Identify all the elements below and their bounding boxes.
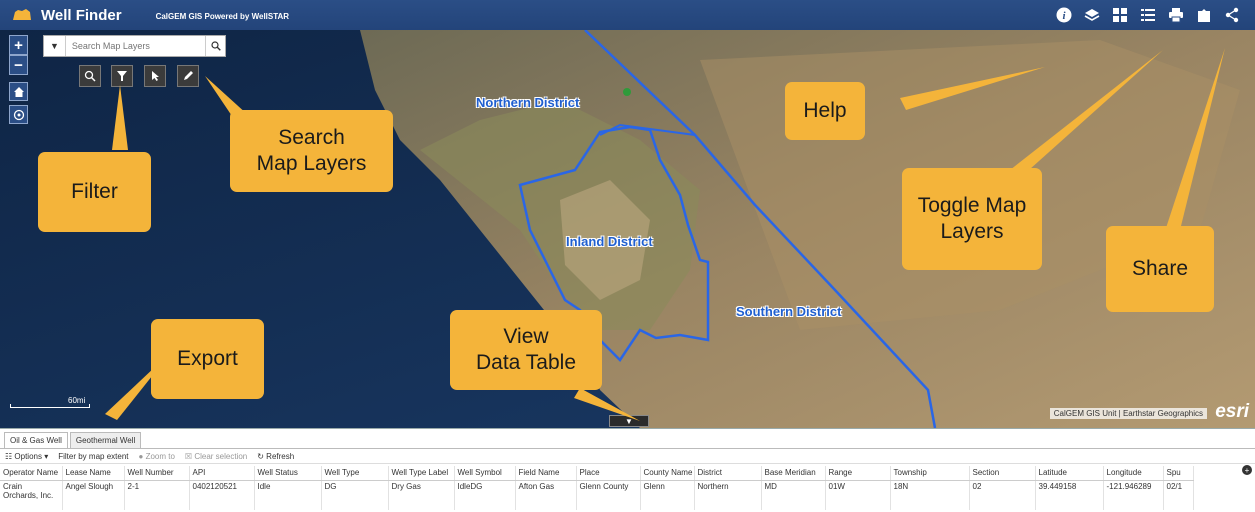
column-header[interactable]: District: [694, 466, 762, 481]
callout-view-data-table: View Data Table: [450, 310, 602, 390]
table-cell: Crain Orchards, Inc.: [0, 480, 63, 510]
bear-logo-icon: [13, 9, 31, 20]
column-header[interactable]: Well Symbol: [454, 466, 516, 481]
table-cell: Glenn: [640, 480, 695, 510]
table-cell: 39.449158: [1035, 480, 1104, 510]
map-attribution: CalGEM GIS Unit | Earthstar Geographics: [1049, 408, 1207, 419]
table-cell: 18N: [890, 480, 970, 510]
table-cell: 2-1: [124, 480, 190, 510]
list-icon[interactable]: [1139, 6, 1157, 24]
column-header[interactable]: Longitude: [1103, 466, 1164, 481]
callout-help: Help: [785, 82, 865, 140]
table-cell: Angel Slough: [62, 480, 125, 510]
table-cell: 0402120521: [189, 480, 255, 510]
refresh-button[interactable]: ↻ Refresh: [257, 452, 294, 461]
options-menu[interactable]: ☷ Options ▾: [5, 452, 48, 461]
column-header[interactable]: Operator Name: [0, 466, 63, 481]
zoom-to-button[interactable]: ● Zoom to: [138, 452, 174, 461]
column-header[interactable]: Well Number: [124, 466, 190, 481]
tab-oil-gas-well[interactable]: Oil & Gas Well: [4, 432, 68, 448]
app-subtitle: CalGEM GIS Powered by WellSTAR: [155, 11, 290, 21]
table-cell: IdleDG: [454, 480, 516, 510]
table-header-row: Operator Name Lease Name Well Number API Wel…: [0, 466, 1194, 481]
table-cell: -121.946289: [1103, 480, 1164, 510]
table-cell: Afton Gas: [515, 480, 577, 510]
table-tabs: Oil & Gas Well Geothermal Well: [0, 429, 1255, 449]
refresh-icon: ↻: [257, 451, 264, 461]
table-cell: Dry Gas: [388, 480, 455, 510]
column-header[interactable]: Field Name: [515, 466, 577, 481]
table-cell: DG: [321, 480, 389, 510]
esri-logo: esri: [1215, 401, 1249, 422]
callout-search: Search Map Layers: [230, 110, 393, 192]
column-header[interactable]: API: [189, 466, 255, 481]
attribute-table: Operator Name Lease Name Well Number API Wel…: [0, 466, 1194, 510]
column-header[interactable]: Well Type: [321, 466, 389, 481]
column-header[interactable]: Well Status: [254, 466, 322, 481]
map-pin-icon: ●: [138, 451, 144, 461]
tab-geothermal-well[interactable]: Geothermal Well: [69, 432, 142, 448]
share-icon[interactable]: [1223, 6, 1241, 24]
callout-export: Export: [151, 319, 264, 399]
column-header[interactable]: Spu: [1163, 466, 1194, 481]
map-view[interactable]: + − ▼ Northern District: [0, 30, 1255, 428]
app-header: Well Finder CalGEM GIS Powered by WellST…: [0, 0, 1255, 30]
table-cell: Glenn County: [576, 480, 641, 510]
table-cell: MD: [761, 480, 826, 510]
callout-share: Share: [1106, 226, 1214, 312]
column-header[interactable]: Place: [576, 466, 641, 481]
export-icon[interactable]: [1195, 6, 1213, 24]
plus-icon: +: [1244, 465, 1250, 475]
clear-icon: ☒: [184, 451, 193, 461]
column-header[interactable]: Well Type Label: [388, 466, 455, 481]
callout-toggle-layers: Toggle Map Layers: [902, 168, 1042, 270]
table-cell: 02: [969, 480, 1036, 510]
header-toolbar: i: [1055, 6, 1241, 24]
clear-selection-button[interactable]: ☒ Clear selection: [185, 452, 247, 461]
column-header[interactable]: Latitude: [1035, 466, 1104, 481]
well-finder-app: Well Finder CalGEM GIS Powered by WellST…: [0, 0, 1255, 512]
print-icon[interactable]: [1167, 6, 1185, 24]
attribute-table-panel: Oil & Gas Well Geothermal Well ☷ Options…: [0, 428, 1255, 512]
column-header[interactable]: Range: [825, 466, 891, 481]
options-icon: ☷: [5, 451, 13, 461]
table-cell: Idle: [254, 480, 322, 510]
column-header[interactable]: Township: [890, 466, 970, 481]
chevron-down-icon: ▾: [44, 451, 49, 461]
layers-icon[interactable]: [1083, 6, 1101, 24]
column-header[interactable]: County Name: [640, 466, 695, 481]
callout-filter: Filter: [38, 152, 151, 232]
table-cell: 02/1: [1163, 480, 1194, 510]
table-row[interactable]: Crain Orchards, Inc. Angel Slough 2-1 04021…: [0, 480, 1194, 510]
table-body: Crain Orchards, Inc. Angel Slough 2-1 04021…: [0, 480, 1194, 510]
column-header[interactable]: Section: [969, 466, 1036, 481]
help-icon[interactable]: i: [1055, 6, 1073, 24]
grid-icon[interactable]: [1111, 6, 1129, 24]
filter-by-extent-button[interactable]: Filter by map extent: [58, 452, 128, 461]
column-header[interactable]: Base Meridian: [761, 466, 826, 481]
app-title: Well Finder: [41, 6, 122, 24]
table-cell: Northern: [694, 480, 762, 510]
table-cell: 01W: [825, 480, 891, 510]
add-column-button[interactable]: +: [1242, 465, 1252, 475]
table-toolbar: ☷ Options ▾ Filter by map extent ● Zoom …: [0, 449, 1255, 464]
column-header[interactable]: Lease Name: [62, 466, 125, 481]
